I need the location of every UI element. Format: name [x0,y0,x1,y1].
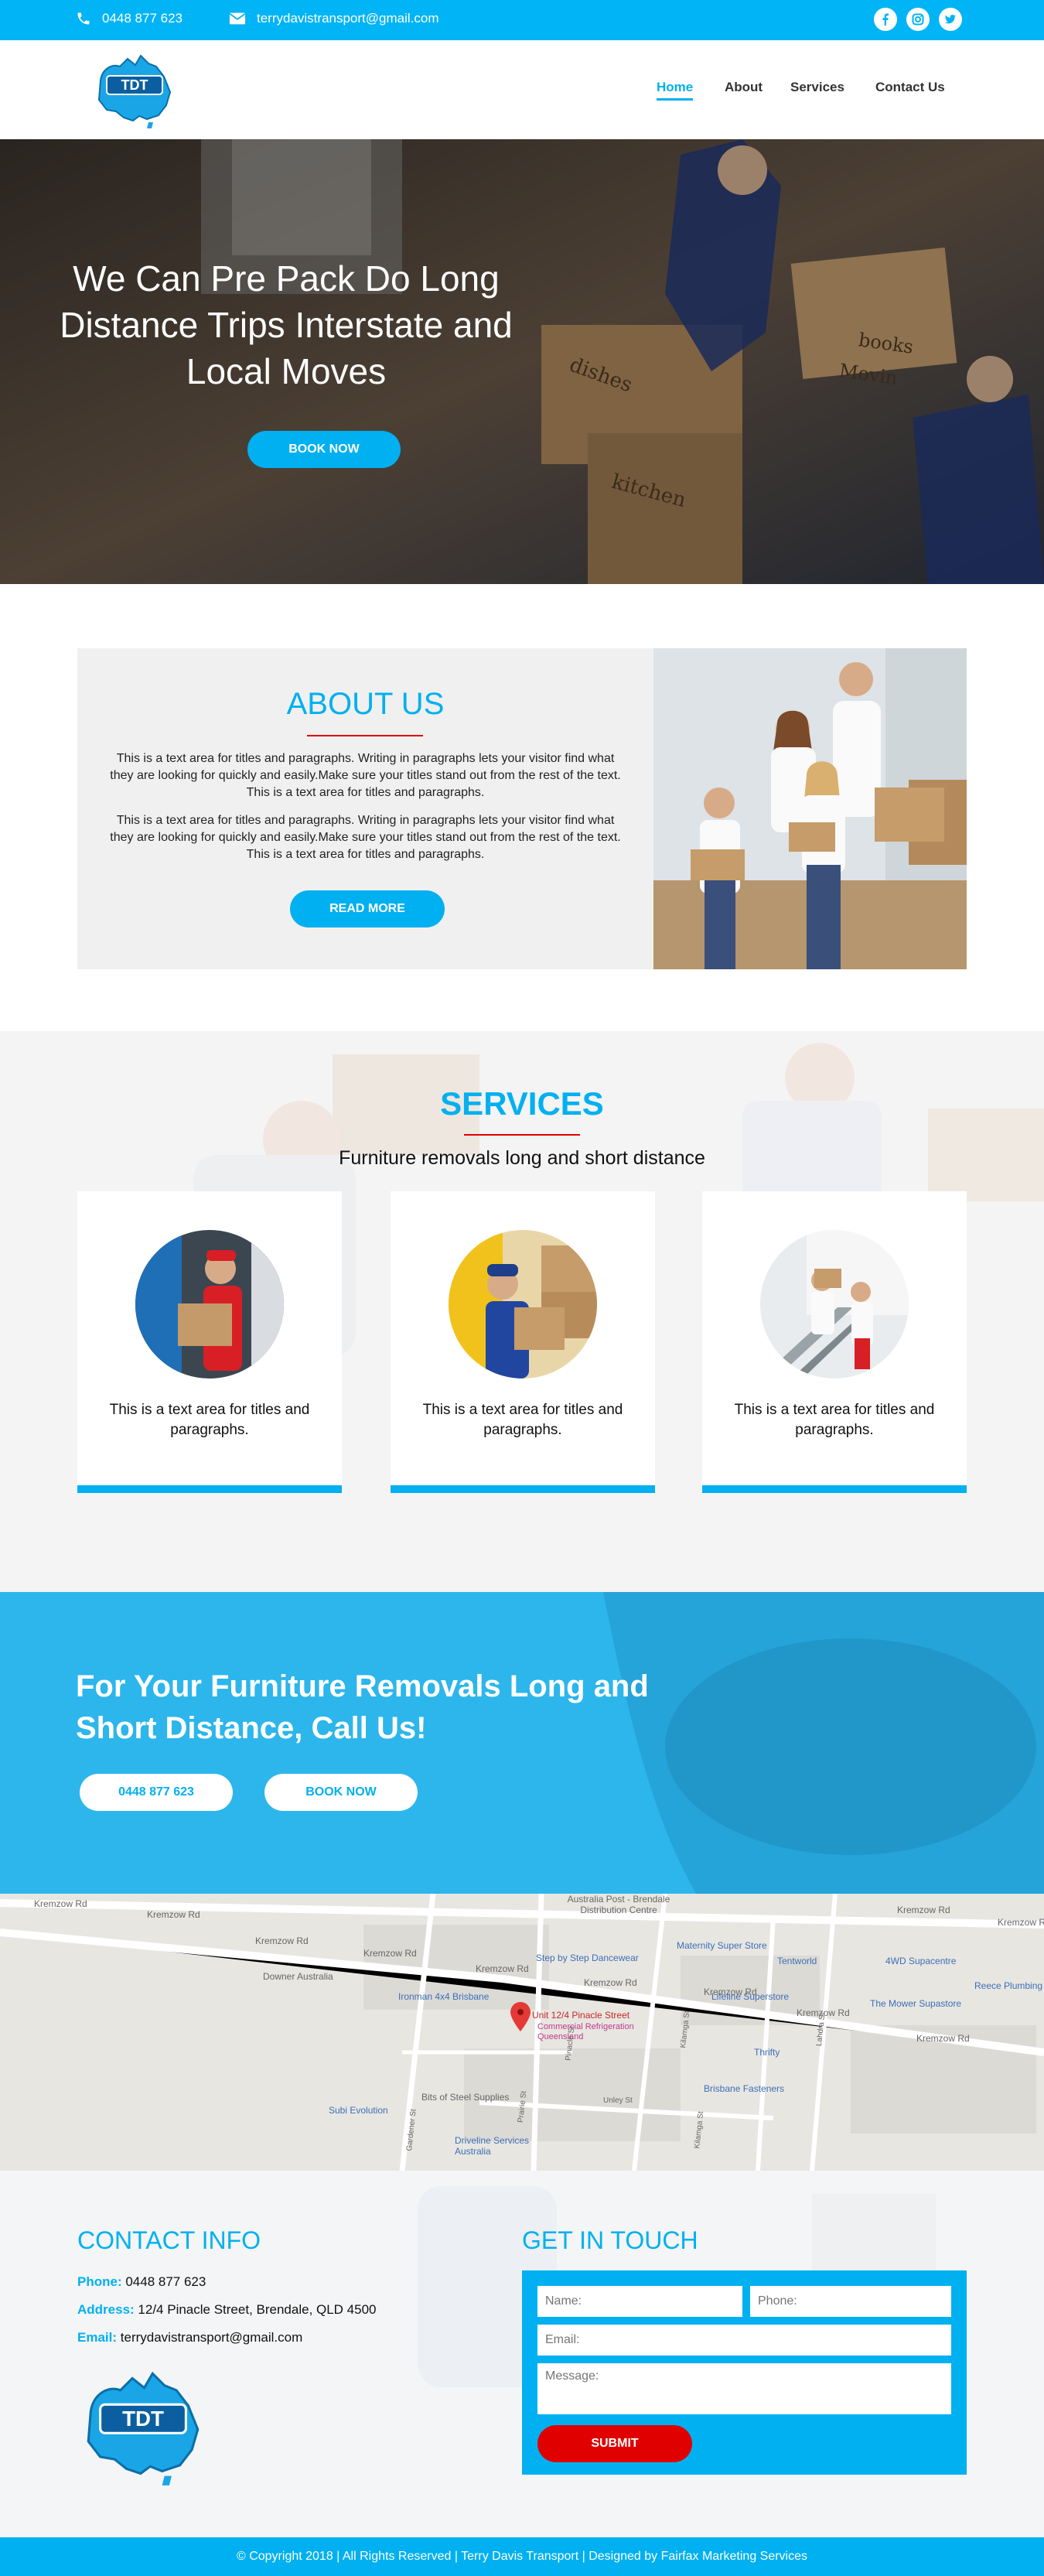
nav-home[interactable]: Home [657,80,694,101]
road-label: Kremzow Rd [147,1909,200,1920]
main-navigation: TDT Home About Services Contact Us [0,40,1044,139]
service-image-3 [760,1230,909,1379]
logo-text: TDT [122,2407,164,2431]
email-text: terrydavistransport@gmail.com [257,11,439,26]
submit-button[interactable]: SUBMIT [537,2425,692,2462]
contact-email: Email: terrydavistransport@gmail.com [77,2330,302,2345]
nav-about[interactable]: About [725,80,763,95]
map-place: Step by Step Dancewear [536,1952,639,1963]
service-text-2: This is a text area for titles and parag… [422,1402,623,1438]
about-title-underline [307,735,423,736]
map-place: Bits of Steel Supplies [421,2092,510,2103]
service-card-bar-3 [702,1485,967,1493]
social-links [874,8,962,31]
map-place: Lifeline Superstore [711,1991,790,2002]
book-now-button[interactable]: BOOK NOW [247,431,401,468]
tdt-logo[interactable]: TDT [93,50,176,130]
envelope-icon [229,12,246,25]
map-place: The Mower Supastore [870,1998,962,2009]
service-card-1[interactable]: This is a text area for titles and parag… [77,1191,342,1493]
phone-label: Phone: [77,2274,122,2289]
street-label: Unley St [603,2096,633,2105]
map-place: Downer Australia [263,1971,333,1982]
service-card-2[interactable]: This is a text area for titles and parag… [391,1191,655,1493]
phone-contact[interactable]: 0448 877 623 [76,11,183,26]
service-text-3: This is a text area for titles and parag… [734,1402,935,1438]
services-title-underline [464,1134,580,1136]
address-label: Address: [77,2302,135,2317]
map-place: Maternity Super Store [677,1940,767,1951]
service-image-2 [449,1230,597,1379]
service-card-bar-1 [77,1485,342,1493]
get-in-touch-title: GET IN TOUCH [522,2226,698,2254]
cta-title: For Your Furniture Removals Long and Sho… [76,1669,649,1745]
logo-text: TDT [121,77,148,93]
name-field[interactable] [537,2286,742,2317]
phone-value[interactable]: 0448 877 623 [125,2274,206,2289]
service-image-1 [135,1230,284,1379]
road-label: Kremzow Rd [897,1905,950,1915]
twitter-icon[interactable] [939,8,962,31]
road-label: Kremzow Rd [584,1977,637,1988]
phone-field[interactable] [750,2286,951,2317]
nav-contact-us[interactable]: Contact Us [875,80,945,95]
hero-title: We Can Pre Pack Do Long Distance Trips I… [60,258,513,391]
location-map[interactable]: Kremzow Rd Kremzow Rd Kremzow Rd Kremzow… [0,1894,1044,2171]
map-place: Tentworld [777,1956,817,1966]
contact-address: Address: 12/4 Pinacle Street, Brendale, … [77,2302,377,2318]
email-field[interactable] [537,2325,951,2356]
email-label: Email: [77,2330,118,2345]
nav-services[interactable]: Services [790,80,844,95]
map-place: Subi Evolution [329,2105,388,2116]
road-label: Kremzow Rd [998,1917,1044,1928]
contact-info-title: CONTACT INFO [77,2226,261,2254]
service-card-3[interactable]: This is a text area for titles and parag… [702,1191,967,1493]
map-place: Ironman 4x4 Brisbane [398,1991,490,2002]
services-subtitle: Furniture removals long and short distan… [339,1147,705,1169]
email-value[interactable]: terrydavistransport@gmail.com [121,2330,303,2345]
service-text-1: This is a text area for titles and parag… [109,1402,310,1438]
map-place: Thrifty [754,2047,780,2058]
map-pin-label: Unit 12/4 Pinacle Street [532,2010,630,2021]
map-place: 4WD Supacentre [885,1956,957,1966]
map-place: Brisbane Fasteners [704,2083,785,2094]
copyright-text: © Copyright 2018 | All Rights Reserved |… [236,2550,808,2563]
read-more-button[interactable]: READ MORE [290,890,445,928]
footer: © Copyright 2018 | All Rights Reserved |… [0,2537,1044,2576]
map-place: Commercial Refrigeration Queensland [537,2022,634,2041]
call-to-action-section: For Your Furniture Removals Long and Sho… [0,1592,1044,1894]
phone-text: 0448 877 623 [102,11,183,26]
tdt-logo-footer: TDT [87,2371,200,2485]
family-photo [653,648,967,969]
about-section: ABOUT US This is a text area for titles … [77,648,653,969]
road-label: Kremzow Rd [34,1898,87,1909]
map-place: Driveline Services Australia [455,2135,530,2157]
hero-banner: dishes kitchen books Movin We Can Pre Pa… [0,139,1044,584]
service-card-bar-2 [391,1485,655,1493]
cta-book-now-button[interactable]: BOOK NOW [264,1774,418,1811]
email-contact[interactable]: terrydavistransport@gmail.com [229,11,439,26]
top-bar: 0448 877 623 terrydavistransport@gmail.c… [0,0,1044,40]
map-canvas [0,1894,1044,2171]
message-field[interactable] [537,2363,951,2414]
about-paragraph-2: This is a text area for titles and parag… [110,814,621,861]
road-label: Kremzow Rd [363,1948,417,1959]
map-place-australia-post: Australia Post - Brendale Distribution C… [567,1894,670,1915]
about-paragraph-1: This is a text area for titles and parag… [110,752,621,799]
road-label: Kremzow Rd [476,1963,529,1974]
cta-phone-button[interactable]: 0448 877 623 [80,1774,233,1811]
contact-phone: Phone: 0448 877 623 [77,2274,206,2290]
instagram-icon[interactable] [906,8,930,31]
road-label: Kremzow Rd [255,1935,309,1946]
facebook-icon[interactable] [874,8,897,31]
map-place: Reece Plumbing [974,1980,1043,1991]
road-label: Kremzow Rd [916,2033,970,2044]
phone-icon [77,12,90,25]
services-title: SERVICES [440,1085,604,1122]
contact-form: SUBMIT [522,2270,967,2475]
about-title: ABOUT US [286,687,445,721]
address-value: 12/4 Pinacle Street, Brendale, QLD 4500 [138,2302,377,2317]
